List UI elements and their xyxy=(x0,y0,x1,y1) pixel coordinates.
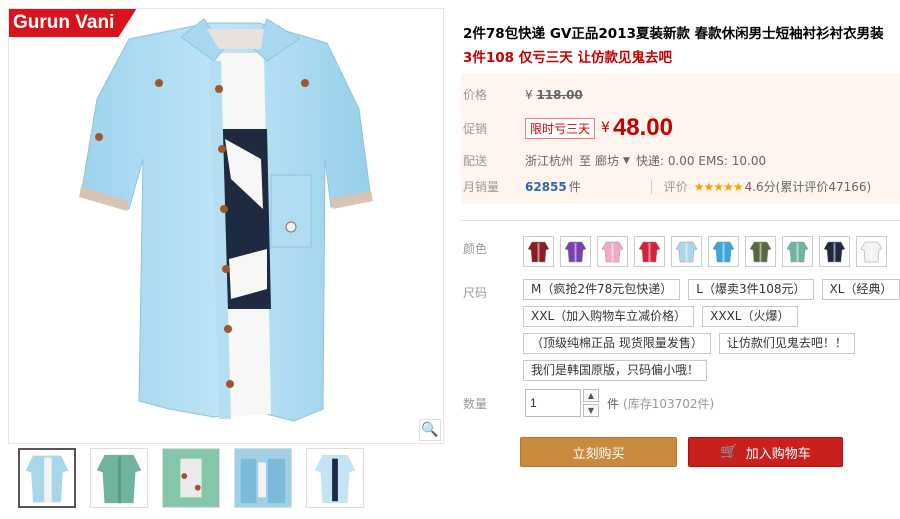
size-row: M（疯抢2件78元包快递） L（爆卖3件108元） XL（经典） xyxy=(523,279,900,300)
sales-row: 月销量 62855 件 评价 ★★★★★ 4.6分(累计评价47166) xyxy=(463,178,871,195)
promo-currency: ¥ xyxy=(601,120,610,136)
size-option[interactable]: XXL（加入购物车立减价格） xyxy=(523,306,695,327)
promo-label: 促销 xyxy=(463,121,488,136)
price-label: 价格 xyxy=(463,88,488,102)
color-swatch-red[interactable] xyxy=(634,236,665,267)
sales-unit: 件 xyxy=(568,180,581,194)
original-price: ¥ 118.00 xyxy=(525,87,583,102)
product-subtitle: 3件108 仅亏三天 让仿款见鬼去吧 xyxy=(463,50,672,66)
promo-tag: 限时亏三天 xyxy=(525,117,596,139)
size-label: 尺码 xyxy=(463,286,488,300)
shipping-row: 配送 浙江杭州 至 廊坊 ▼ 快递: 0.00 EMS: 10.00 xyxy=(463,152,766,169)
size-row: 我们是韩国原版，只码偏小哦！ xyxy=(523,360,900,381)
color-swatches xyxy=(523,236,887,267)
section-divider xyxy=(461,220,900,221)
product-title: 2件78包快递 GV正品2013夏装新款 春款休闲男士短袖衬衫衬衣男装 xyxy=(463,26,884,42)
size-option[interactable]: L（爆卖3件108元） xyxy=(688,279,814,300)
ship-destination[interactable]: 廊坊 xyxy=(595,152,619,169)
product-info: 2件78包快递 GV正品2013夏装新款 春款休闲男士短袖衬衫衬衣男装 3件10… xyxy=(461,0,900,519)
color-label: 颜色 xyxy=(463,242,488,256)
size-option[interactable]: （顶级纯棉正品 现货限量发售） xyxy=(523,333,711,354)
thumbnail-2[interactable] xyxy=(90,448,148,508)
size-option[interactable]: 让仿款们见鬼去吧！！ xyxy=(718,333,855,354)
size-options: M（疯抢2件78元包快递） L（爆卖3件108元） XL（经典） XXL（加入购物车立… xyxy=(523,279,900,387)
quantity-stepper: ▲ ▼ xyxy=(583,389,599,417)
size-row: XXL（加入购物车立减价格） XXXL（火爆） xyxy=(523,306,900,327)
increase-button[interactable]: ▲ xyxy=(583,389,599,402)
promo-price-row: 促销 限时亏三天 ¥ 48.00 xyxy=(463,114,673,142)
quantity-unit: 件 xyxy=(607,396,620,411)
color-swatch-sky-blue[interactable] xyxy=(708,236,739,267)
shipping-label: 配送 xyxy=(463,154,488,168)
ship-from: 浙江杭州 xyxy=(525,154,574,168)
zoom-icon[interactable]: 🔍 xyxy=(419,419,441,441)
color-swatch-army-green[interactable] xyxy=(745,236,776,267)
color-swatch-mint[interactable] xyxy=(782,236,813,267)
add-to-cart-label: 加入购物车 xyxy=(745,446,811,462)
divider xyxy=(650,179,652,194)
size-option[interactable]: XXXL（火爆） xyxy=(702,306,798,327)
thumbnail-5[interactable] xyxy=(306,448,364,508)
brand-logo: Gurun Vani xyxy=(9,9,137,37)
size-option[interactable]: M（疯抢2件78元包快递） xyxy=(523,279,681,300)
thumbnail-3[interactable] xyxy=(162,448,220,508)
add-to-cart-button[interactable]: 🛒 加入购物车 xyxy=(688,437,843,467)
thumbnail-1[interactable] xyxy=(18,448,76,508)
sales-label: 月销量 xyxy=(463,180,500,194)
quantity-input[interactable] xyxy=(525,389,581,417)
color-swatch-white[interactable] xyxy=(856,236,887,267)
buy-now-label: 立刻购买 xyxy=(572,446,625,462)
rating-stars-icon: ★★★★★ xyxy=(693,179,744,194)
rating-score[interactable]: 4.6分(累计评价47166) xyxy=(745,178,872,195)
shipping-fees: 快递: 0.00 EMS: 10.00 xyxy=(635,154,767,168)
color-swatch-purple[interactable] xyxy=(560,236,591,267)
quantity-label: 数量 xyxy=(463,396,488,411)
size-row: （顶级纯棉正品 现货限量发售） 让仿款们见鬼去吧！！ xyxy=(523,333,900,354)
sales-count: 62855 xyxy=(525,179,567,194)
color-swatch-wine-red[interactable] xyxy=(523,236,554,267)
size-option[interactable]: 我们是韩国原版，只码偏小哦！ xyxy=(523,360,708,381)
stock-count: (库存103702件) xyxy=(623,396,715,411)
color-swatch-light-blue[interactable] xyxy=(671,236,702,267)
thumbnail-4[interactable] xyxy=(234,448,292,508)
quantity-row: 数量 ▲ ▼ 件 (库存103702件) xyxy=(463,389,714,417)
promo-price: 48.00 xyxy=(612,114,673,141)
main-product-image[interactable]: Gurun Vani 🔍 xyxy=(8,8,444,444)
buy-now-button[interactable]: 立刻购买 xyxy=(520,437,677,467)
chevron-down-icon[interactable]: ▼ xyxy=(623,156,630,166)
shirt-photo xyxy=(79,18,373,422)
color-swatch-navy[interactable] xyxy=(819,236,850,267)
color-swatch-pink[interactable] xyxy=(597,236,628,267)
thumbnail-strip xyxy=(8,448,444,519)
color-label-row: 颜色 xyxy=(463,240,525,257)
original-price-row: 价格 ¥ 118.00 xyxy=(463,86,583,103)
cart-icon: 🛒 xyxy=(720,444,738,460)
decrease-button[interactable]: ▼ xyxy=(583,404,599,417)
review-label: 评价 xyxy=(663,180,688,194)
size-label-row: 尺码 xyxy=(463,284,525,301)
size-option[interactable]: XL（经典） xyxy=(821,279,900,300)
ship-to-word: 至 xyxy=(579,154,592,168)
